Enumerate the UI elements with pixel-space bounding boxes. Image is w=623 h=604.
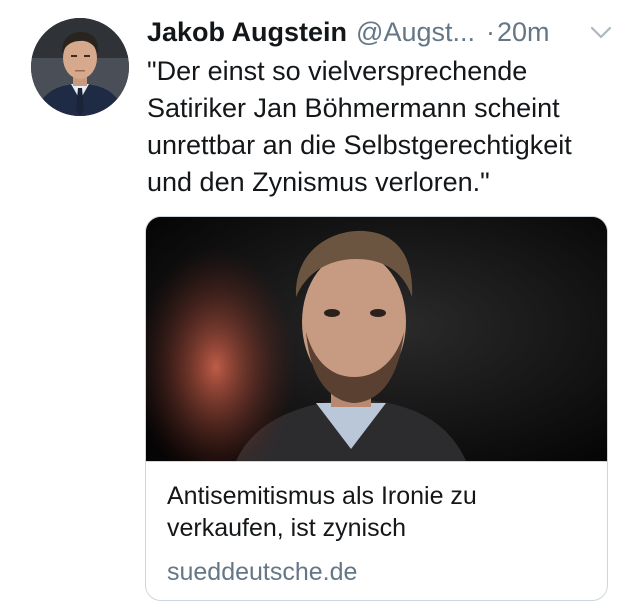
tweet-header: Jakob Augstein @Augst... · 20m <box>147 14 615 50</box>
tweet-timestamp[interactable]: 20m <box>497 17 550 48</box>
separator-dot: · <box>486 16 496 47</box>
card-domain: sueddeutsche.de <box>167 558 358 586</box>
card-divider <box>146 461 607 462</box>
author-handle[interactable]: @Augst... <box>356 17 475 48</box>
link-card[interactable]: Antisemitismus als Ironie zu verkaufen, … <box>145 216 608 601</box>
tweet-text: "Der einst so vielversprechende Satirike… <box>147 56 572 197</box>
card-image <box>146 217 607 461</box>
card-photo <box>146 217 607 461</box>
chevron-down-icon[interactable] <box>589 22 613 42</box>
author-name[interactable]: Jakob Augstein <box>147 17 347 48</box>
avatar-photo <box>31 18 129 116</box>
avatar[interactable] <box>31 18 129 116</box>
card-title[interactable]: Antisemitismus als Ironie zu verkaufen, … <box>167 480 597 544</box>
